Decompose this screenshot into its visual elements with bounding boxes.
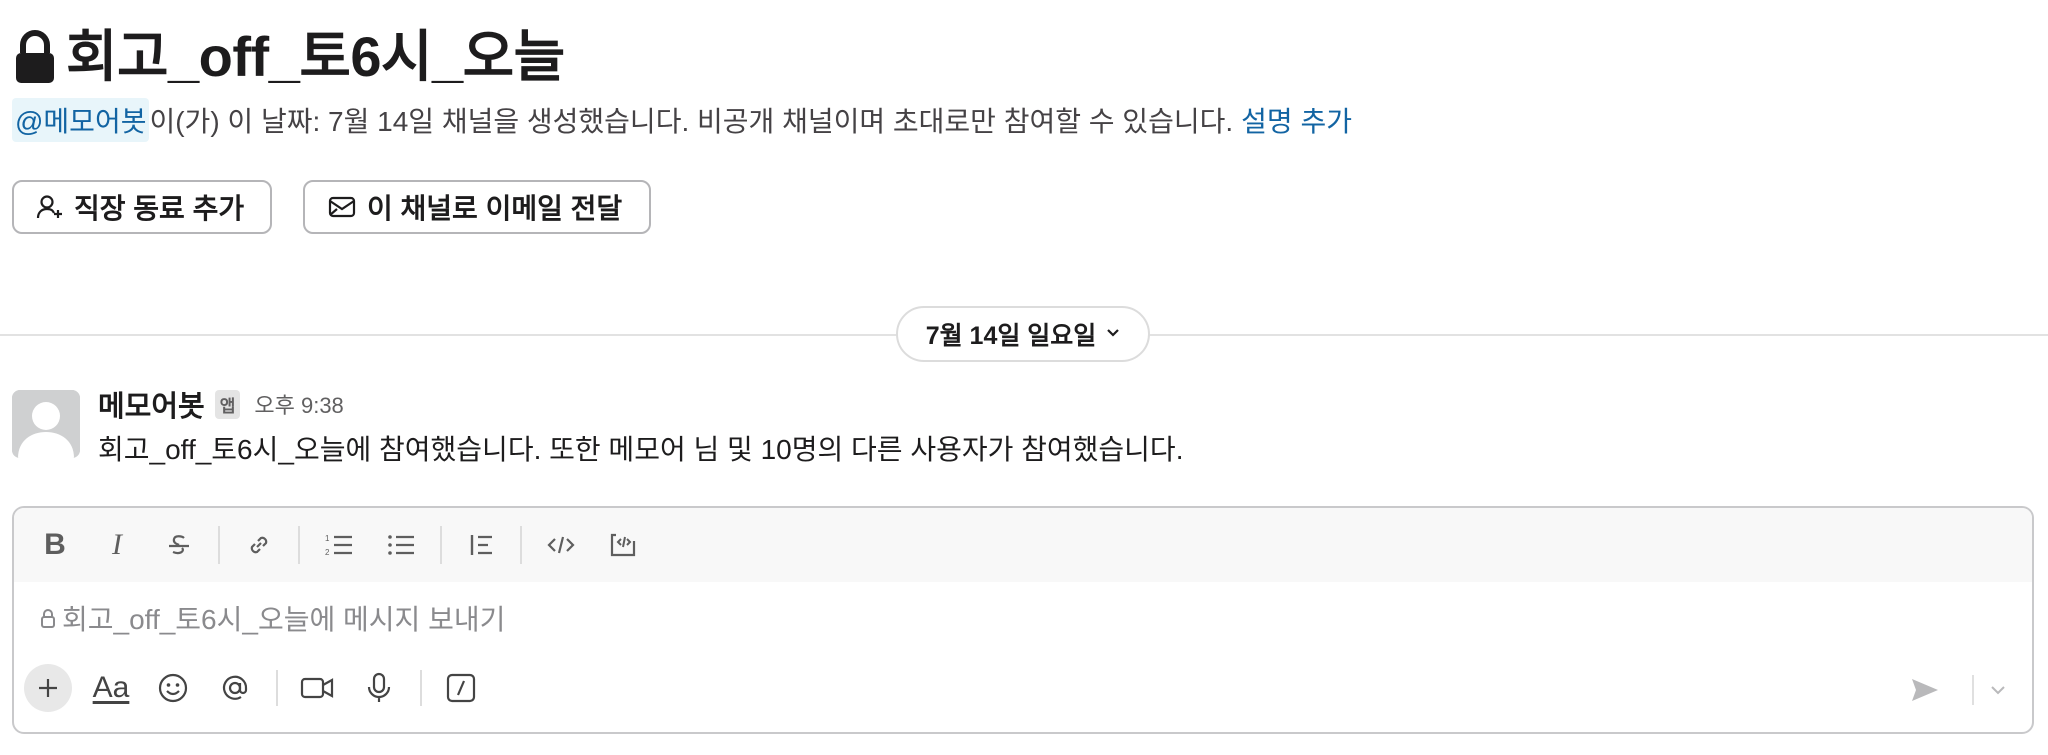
ordered-list-icon[interactable]: 12 bbox=[314, 520, 364, 570]
chevron-down-icon bbox=[1106, 325, 1120, 343]
channel-intro: @메모어봇 이(가) 이 날짜: 7월 14일 채널을 생성했습니다. 비공개 … bbox=[12, 98, 1352, 142]
add-coworker-button[interactable]: 직장 동료 추가 bbox=[12, 180, 272, 234]
send-divider bbox=[1972, 675, 1974, 705]
mention-icon[interactable] bbox=[210, 663, 260, 713]
format-text-icon[interactable]: Aa bbox=[86, 663, 136, 713]
app-badge: 앱 bbox=[214, 389, 241, 419]
svg-text:1: 1 bbox=[325, 534, 330, 543]
creator-mention[interactable]: @메모어봇 bbox=[12, 98, 150, 142]
strikethrough-icon[interactable] bbox=[154, 520, 204, 570]
toolbar-divider bbox=[218, 526, 220, 564]
date-divider-button[interactable]: 7월 14일 일요일 bbox=[896, 306, 1150, 362]
add-coworker-label: 직장 동료 추가 bbox=[74, 193, 245, 224]
toolbar-divider bbox=[520, 526, 522, 564]
composer-actions: Aa bbox=[24, 658, 498, 718]
composer-divider bbox=[276, 670, 278, 706]
plus-icon[interactable] bbox=[24, 664, 72, 712]
email-forward-icon bbox=[328, 196, 356, 218]
chevron-down-icon[interactable] bbox=[1984, 665, 2012, 715]
toolbar-divider bbox=[440, 526, 442, 564]
channel-header: 회고_off_토6시_오늘 bbox=[14, 22, 565, 92]
bold-icon[interactable]: B bbox=[30, 520, 80, 570]
message-input-placeholder: 회고_off_토6시_오늘에 메시지 보내기 bbox=[62, 604, 506, 635]
formatting-toolbar: B I 12 bbox=[14, 508, 2032, 582]
add-description-link[interactable]: 설명 추가 bbox=[1241, 100, 1352, 140]
lock-icon bbox=[16, 30, 54, 83]
toolbar-divider bbox=[298, 526, 300, 564]
video-icon[interactable] bbox=[292, 663, 342, 713]
message-sender[interactable]: 메모어봇 bbox=[98, 383, 205, 425]
channel-title: 회고_off_토6시_오늘 bbox=[66, 25, 565, 88]
bullet-list-icon[interactable] bbox=[376, 520, 426, 570]
message-timestamp[interactable]: 오후 9:38 bbox=[254, 388, 343, 420]
blockquote-icon[interactable] bbox=[456, 520, 506, 570]
link-icon[interactable] bbox=[234, 520, 284, 570]
slash-command-icon[interactable] bbox=[436, 663, 486, 713]
message-header: 메모어봇 앱 오후 9:38 bbox=[98, 383, 344, 425]
send-icon[interactable] bbox=[1900, 665, 1950, 715]
microphone-icon[interactable] bbox=[354, 663, 404, 713]
email-to-channel-button[interactable]: 이 채널로 이메일 전달 bbox=[303, 180, 651, 234]
message-composer: B I 12 회고_off_토6시_오늘에 메시지 보내기 Aa bbox=[12, 506, 2034, 734]
channel-intro-text: 이(가) 이 날짜: 7월 14일 채널을 생성했습니다. 비공개 채널이며 초… bbox=[149, 106, 1234, 137]
avatar[interactable] bbox=[12, 390, 80, 458]
code-icon[interactable] bbox=[536, 520, 586, 570]
add-user-icon bbox=[36, 195, 62, 219]
italic-icon[interactable]: I bbox=[92, 520, 142, 570]
message-body: 회고_off_토6시_오늘에 참여했습니다. 또한 메모어 님 및 10명의 다… bbox=[98, 434, 1184, 465]
message-input[interactable]: 회고_off_토6시_오늘에 메시지 보내기 bbox=[40, 596, 505, 640]
code-block-icon[interactable] bbox=[598, 520, 648, 570]
email-to-channel-label: 이 채널로 이메일 전달 bbox=[367, 193, 623, 224]
emoji-icon[interactable] bbox=[148, 663, 198, 713]
date-divider-label: 7월 14일 일요일 bbox=[925, 322, 1097, 350]
user-avatar-icon bbox=[12, 390, 80, 458]
lock-icon bbox=[41, 609, 55, 628]
svg-text:2: 2 bbox=[325, 548, 330, 557]
send-controls bbox=[1900, 668, 2012, 712]
composer-divider bbox=[420, 670, 422, 706]
